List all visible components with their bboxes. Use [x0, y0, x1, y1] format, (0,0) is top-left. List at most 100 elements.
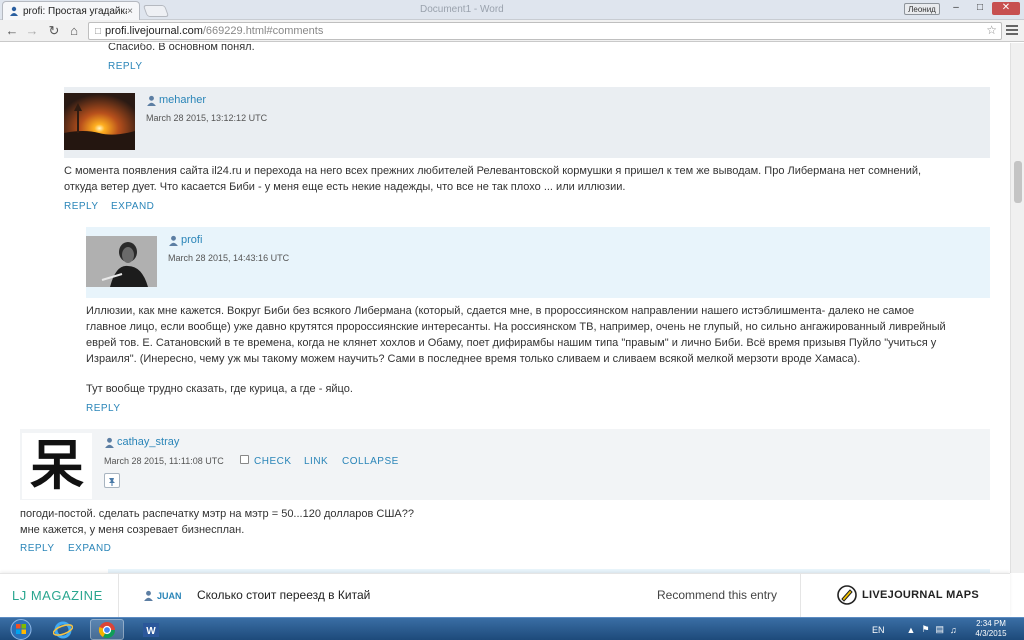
comment-line: Израиля". (Инересно, чему уж мы такому м… — [86, 353, 861, 365]
internet-explorer-icon[interactable] — [46, 619, 80, 640]
comment-author-name: profi — [181, 234, 203, 246]
comment-line: С момента появления сайта il24.ru и пере… — [64, 165, 922, 177]
window-title: Document1 - Word — [420, 4, 504, 15]
new-tab-button[interactable] — [142, 5, 170, 17]
word-taskbar-icon[interactable]: W — [134, 619, 168, 640]
system-tray: EN ▲ ⚑ ▤ ♫ — [872, 618, 957, 640]
reply-link[interactable]: REPLY — [86, 403, 121, 414]
clock-date: 4/3/2015 — [975, 629, 1007, 638]
network-icon[interactable]: ▤ — [936, 624, 945, 635]
comment-date: March 28 2015, 14:43:16 UTC — [168, 253, 290, 263]
expand-link[interactable]: EXPAND — [111, 201, 154, 212]
profile-user-button[interactable]: Леонид — [904, 3, 940, 15]
comment-author[interactable]: cathay_stray — [104, 436, 179, 448]
lj-maps-label: LIVEJOURNAL MAPS — [862, 589, 980, 601]
comment-line: Тут вообще трудно сказать, где курица, а… — [86, 383, 353, 395]
lj-user-icon — [10, 6, 18, 16]
lj-user-icon — [147, 95, 156, 106]
lj-magazine-link[interactable]: LJ MAGAZINE — [12, 588, 103, 603]
comment-text-fragment: Спасибо. В основном понял. — [108, 43, 255, 53]
ie-logo — [53, 621, 73, 638]
url-host: profi.livejournal.com — [105, 25, 203, 37]
scrollbar-thumb[interactable] — [1014, 161, 1022, 203]
comment-body: погоди-постой. сделать распечатку мэтр н… — [20, 506, 950, 538]
windows-logo-icon — [10, 619, 32, 640]
svg-text:W: W — [146, 626, 156, 637]
flag-icon[interactable]: ⚑ — [921, 624, 929, 635]
portrait-avatar-image — [86, 236, 157, 287]
comment-line: главное лицо, если вообще) уже давно кру… — [86, 321, 946, 333]
browser-tab[interactable]: profi: Простая угадайка × — [2, 1, 140, 20]
avatar[interactable] — [64, 93, 135, 150]
article-author[interactable]: JUAN — [143, 590, 182, 601]
collapse-link[interactable]: COLLAPSE — [342, 456, 399, 467]
avatar[interactable]: 呆 — [22, 433, 92, 499]
chrome-taskbar-icon[interactable] — [90, 619, 124, 640]
tab-close-icon[interactable]: × — [127, 6, 133, 17]
divider — [118, 574, 119, 618]
home-icon[interactable]: ⌂ — [66, 23, 82, 39]
avatar[interactable] — [86, 236, 157, 287]
article-author-name: JUAN — [157, 590, 182, 601]
word-logo: W — [143, 622, 159, 637]
reply-link[interactable]: REPLY — [108, 61, 143, 72]
start-button[interactable] — [6, 618, 36, 640]
reply-link[interactable]: REPLY — [64, 201, 99, 212]
reload-icon[interactable]: ↻ — [46, 23, 62, 39]
reply-link[interactable]: REPLY — [20, 543, 55, 554]
comment-author[interactable]: profi — [168, 234, 202, 246]
browser-titlebar: profi: Простая угадайка × Document1 - Wo… — [0, 0, 1024, 20]
comment-line: мне кажется, у меня созревает бизнесплан… — [20, 524, 245, 536]
bookmark-star-icon[interactable]: ☆ — [986, 23, 997, 37]
comment-line: еврей тов. Е. Сатановский в те времена, … — [86, 337, 937, 349]
avatar-glyph: 呆 — [30, 434, 84, 497]
sunset-avatar-image — [64, 93, 135, 150]
language-indicator[interactable]: EN — [872, 625, 885, 635]
comment-line: Иллюзии, как мне кажется. Вокруг Биби бе… — [86, 305, 915, 317]
comment-date: March 28 2015, 11:11:08 UTC — [104, 456, 224, 466]
comment-author-name: cathay_stray — [117, 436, 180, 448]
comment-line: откуда ветер дует. Что касается Биби - у… — [64, 181, 626, 193]
comment-date: March 28 2015, 13:12:12 UTC — [146, 113, 268, 123]
close-window-button[interactable]: ✕ — [992, 2, 1020, 15]
chrome-logo — [98, 621, 116, 638]
livejournal-maps-link[interactable]: LIVEJOURNAL MAPS — [836, 584, 979, 606]
chrome-menu-icon[interactable] — [1006, 25, 1018, 37]
lj-bottom-bar: LJ MAGAZINE JUAN Сколько стоит переезд в… — [0, 573, 1010, 618]
lj-user-icon — [144, 590, 153, 601]
page-icon: □ — [95, 25, 102, 37]
pushpin-icon — [109, 477, 115, 486]
check-checkbox[interactable] — [240, 455, 249, 464]
comment-body: С момента появления сайта il24.ru и пере… — [64, 163, 994, 195]
volume-icon[interactable]: ♫ — [950, 625, 957, 635]
back-arrow-icon[interactable]: ← — [4, 23, 20, 39]
comment-line: погоди-постой. сделать распечатку мэтр н… — [20, 508, 414, 520]
page-content: Спасибо. В основном понял. REPLY meharhe… — [0, 43, 1010, 573]
forward-arrow-icon[interactable]: → — [24, 23, 40, 39]
lj-user-icon — [105, 437, 114, 448]
windows-taskbar: W EN ▲ ⚑ ▤ ♫ 2:34 PM 4/3/2015 — [0, 617, 1024, 640]
maximize-button[interactable]: □ — [968, 2, 992, 15]
comment-body: Иллюзии, как мне кажется. Вокруг Биби бе… — [86, 303, 996, 397]
minimize-button[interactable]: – — [944, 2, 968, 15]
check-link[interactable]: CHECK — [254, 456, 292, 467]
system-clock[interactable]: 2:34 PM 4/3/2015 — [966, 619, 1016, 639]
url-path: /669229.html#comments — [202, 25, 324, 37]
article-headline[interactable]: Сколько стоит переезд в Китай — [197, 588, 370, 602]
pin-icon[interactable] — [104, 473, 120, 488]
divider — [800, 574, 801, 618]
comment-author-name: meharher — [159, 94, 207, 106]
recommend-entry-link[interactable]: Recommend this entry — [657, 588, 777, 602]
link-link[interactable]: LINK — [304, 456, 328, 467]
tray-arrow-icon[interactable]: ▲ — [907, 625, 916, 635]
tab-title: profi: Простая угадайка — [23, 5, 128, 17]
comment-author[interactable]: meharher — [146, 94, 206, 106]
browser-navbar: ← → ↻ ⌂ □ profi.livejournal.com/669229.h… — [0, 20, 1024, 42]
lj-maps-pencil-icon — [837, 585, 857, 605]
page-scrollbar[interactable] — [1010, 43, 1024, 573]
address-bar[interactable]: □ profi.livejournal.com/669229.html#comm… — [88, 22, 1002, 40]
clock-time: 2:34 PM — [976, 619, 1006, 628]
lj-user-icon — [169, 235, 178, 246]
expand-link[interactable]: EXPAND — [68, 543, 111, 554]
